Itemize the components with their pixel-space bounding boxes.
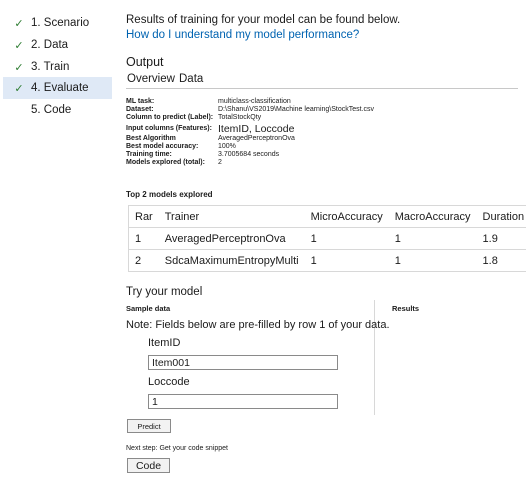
info-key: Dataset: — [126, 106, 154, 114]
tab-overview[interactable]: Overview — [127, 73, 175, 85]
column-header: MacroAccuracy — [388, 205, 477, 228]
column-header: Trainer — [158, 205, 305, 228]
itemid-input[interactable] — [148, 355, 338, 370]
table-cell: 1 — [304, 249, 389, 272]
itemid-label: ItemID — [148, 337, 181, 349]
table-cell: 1 — [388, 227, 477, 250]
sidebar-item-label: 1. Scenario — [31, 17, 90, 29]
table-row: 2 SdcaMaximumEntropyMulti 1 1 1.8 — [128, 249, 526, 272]
sidebar-item-evaluate[interactable]: ✓ 4. Evaluate — [3, 77, 112, 99]
info-key: ML task: — [126, 98, 155, 105]
info-key: Best Algorithm — [126, 134, 176, 142]
info-value: ItemID, Loccode — [218, 122, 295, 135]
info-row: Input columns (Features): ItemID, Loccod… — [126, 123, 518, 135]
table-row: 1 AveragedPerceptronOva 1 1 1.9 — [128, 227, 526, 250]
sidebar: ✓ 1. Scenario ✓ 2. Data ✓ 3. Train ✓ 4. … — [0, 0, 112, 477]
sidebar-item-code[interactable]: 5. Code — [3, 99, 112, 121]
table-cell: 1 — [128, 227, 159, 250]
results-title: Results — [392, 304, 420, 313]
table-cell: 1.8 — [476, 249, 526, 272]
info-value: 3.7005684 seconds — [218, 151, 280, 159]
table-cell: 1.9 — [476, 227, 526, 250]
help-link[interactable]: How do I understand my model performance… — [126, 29, 359, 41]
table-cell: SdcaMaximumEntropyMulti — [158, 249, 305, 272]
table-cell: AveragedPerceptronOva — [158, 227, 305, 250]
info-row: Models explored (total): 2 — [126, 159, 518, 167]
info-key: Column to predict (Label): — [126, 114, 214, 122]
loccode-input[interactable] — [148, 394, 338, 409]
sidebar-item-scenario[interactable]: ✓ 1. Scenario — [3, 12, 112, 34]
info-key: Training time: — [126, 151, 172, 159]
table-cell: 1 — [388, 249, 477, 272]
intro-text: Results of training for your model can b… — [126, 14, 401, 26]
sidebar-item-label: 3. Train — [31, 61, 70, 73]
column-header: MicroAccuracy — [304, 205, 389, 228]
info-key: Best model accuracy: — [126, 142, 199, 150]
tab-data[interactable]: Data — [179, 73, 203, 85]
info-row: Dataset: D:\Shanu\VS2019\Machine learnin… — [126, 106, 518, 114]
output-title: Output — [126, 55, 164, 69]
info-row: Best model accuracy: 100% — [126, 143, 518, 151]
check-icon: ✓ — [14, 17, 24, 30]
output-tabs: Overview Data — [126, 73, 518, 89]
table-cell: 1 — [304, 227, 389, 250]
sidebar-item-label: 4. Evaluate — [31, 82, 89, 94]
check-icon: ✓ — [14, 39, 24, 52]
top-models-title: Top 2 models explored — [126, 190, 213, 199]
info-value: AveragedPerceptronOva — [218, 134, 295, 142]
loccode-label: Loccode — [148, 376, 190, 388]
prefill-note: Note: Fields below are pre-filled by row… — [126, 319, 390, 331]
model-info: ML task: multiclass-classification Datas… — [126, 98, 518, 167]
sidebar-item-label: 5. Code — [31, 104, 72, 116]
models-table: Rar Trainer MicroAccuracy MacroAccuracy … — [128, 205, 526, 272]
table-cell: 2 — [128, 249, 159, 272]
table-header-row: Rar Trainer MicroAccuracy MacroAccuracy … — [128, 205, 526, 228]
try-model-title: Try your model — [126, 286, 203, 298]
check-icon: ✓ — [14, 61, 24, 74]
info-value: TotalStockQty — [218, 114, 262, 122]
info-row: Best Algorithm AveragedPerceptronOva — [126, 135, 518, 143]
column-header: Duration — [476, 205, 526, 228]
info-row: Column to predict (Label): TotalStockQty — [126, 114, 518, 122]
code-button[interactable]: Code — [127, 458, 170, 473]
predict-button[interactable]: Predict — [127, 419, 171, 433]
info-key: Models explored (total): — [126, 159, 205, 167]
info-value: multiclass-classification — [218, 98, 291, 105]
info-row: ML task: multiclass-classification — [126, 98, 518, 106]
info-value: 2 — [218, 159, 222, 167]
check-icon: ✓ — [14, 82, 24, 95]
sidebar-item-data[interactable]: ✓ 2. Data — [3, 34, 112, 56]
column-header: Rar — [128, 205, 159, 228]
info-row: Training time: 3.7005684 seconds — [126, 151, 518, 159]
sidebar-item-train[interactable]: ✓ 3. Train — [3, 56, 112, 78]
next-step-text: Next step: Get your code snippet — [126, 445, 228, 452]
sidebar-item-label: 2. Data — [31, 39, 69, 51]
info-value: 100% — [218, 142, 236, 150]
info-value: D:\Shanu\VS2019\Machine learning\StockTe… — [218, 106, 375, 114]
divider — [374, 300, 375, 415]
sample-data-title: Sample data — [126, 304, 171, 313]
info-key: Input columns (Features): — [126, 124, 212, 132]
